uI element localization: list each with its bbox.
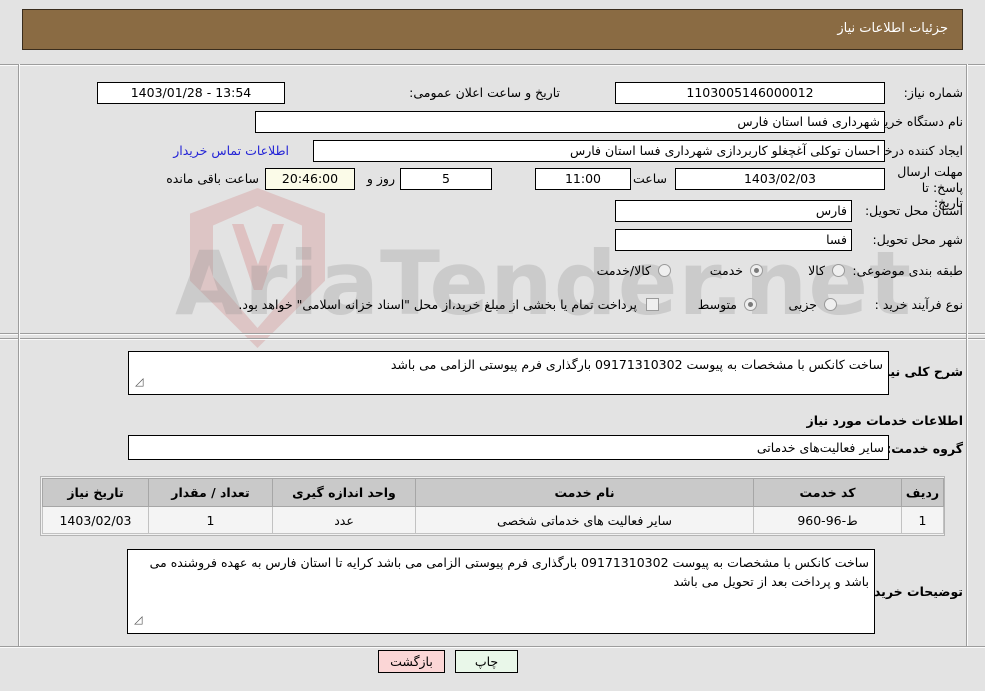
radio-process-jozi[interactable]	[824, 298, 837, 311]
th-qty: تعداد / مقدار	[148, 478, 273, 507]
services-section-heading: اطلاعات خدمات مورد نیاز	[806, 413, 964, 428]
divider-mid	[0, 333, 985, 335]
panel-left-edge	[966, 64, 968, 646]
buyer-contact-link[interactable]: اطلاعات تماس خریدار	[173, 143, 289, 158]
page-header-bar: جزئیات اطلاعات نیاز	[22, 9, 963, 50]
radio-category-kala-khedmat-label: کالا/خدمت	[596, 263, 651, 278]
time-label: ساعت	[632, 171, 667, 186]
services-table: ردیف کد خدمت نام خدمت واحد اندازه گیری ت…	[42, 478, 944, 534]
requester-value[interactable]: احسان توکلی آغچغلو کاربردازی شهرداری فسا…	[313, 140, 885, 162]
radio-category-khedmat-label: خدمت	[709, 263, 743, 278]
cell-date: 1403/02/03	[42, 506, 149, 534]
divider-mid-2	[0, 338, 985, 340]
radio-category-khedmat[interactable]	[750, 264, 763, 277]
th-date: تاریخ نیاز	[42, 478, 149, 507]
need-summary-value[interactable]: ساخت کانکس با مشخصات به پیوست 0917131030…	[128, 351, 889, 395]
radio-process-jozi-label: جزیی	[788, 297, 817, 312]
deadline-date-value[interactable]: 1403/02/03	[675, 168, 885, 190]
province-label: استان محل تحویل:	[864, 203, 963, 218]
divider-top	[0, 64, 985, 66]
days-remaining-value[interactable]: 5	[400, 168, 492, 190]
cell-row: 1	[901, 506, 944, 534]
countdown-value: 20:46:00	[265, 168, 355, 190]
radio-process-motavasset-label: متوسط	[697, 297, 737, 312]
radio-process-motavasset[interactable]	[744, 298, 757, 311]
cell-code: ط-96-960	[753, 506, 902, 534]
remaining-label: ساعت باقی مانده	[166, 171, 259, 186]
buyer-notes-resize-handle[interactable]: ◺	[134, 613, 142, 626]
category-label: طبقه بندی موضوعی:	[852, 263, 963, 278]
print-button[interactable]: چاپ	[455, 650, 518, 673]
need-summary-resize-handle[interactable]: ◺	[135, 375, 143, 388]
th-unit: واحد اندازه گیری	[272, 478, 416, 507]
page-title: جزئیات اطلاعات نیاز	[837, 21, 948, 36]
checkbox-islamic-treasury[interactable]	[646, 298, 659, 311]
city-label: شهر محل تحویل:	[872, 232, 963, 247]
panel-right-edge	[18, 64, 20, 646]
th-name: نام خدمت	[415, 478, 754, 507]
buyer-org-value[interactable]: شهرداری فسا استان فارس	[255, 111, 885, 133]
th-code: کد خدمت	[753, 478, 902, 507]
radio-category-kala-khedmat[interactable]	[658, 264, 671, 277]
deadline-time-value[interactable]: 11:00	[535, 168, 631, 190]
back-button[interactable]: بازگشت	[378, 650, 445, 673]
service-group-value[interactable]: سایر فعالیت‌های خدماتی	[128, 435, 889, 460]
cell-unit: عدد	[272, 506, 416, 534]
watermark-v-mark	[232, 224, 284, 290]
province-value[interactable]: فارس	[615, 200, 852, 222]
watermark-shield-icon	[190, 188, 325, 348]
divider-bottom	[0, 646, 985, 648]
cell-qty: 1	[148, 506, 273, 534]
th-row: ردیف	[901, 478, 944, 507]
announce-datetime-label: تاریخ و ساعت اعلان عمومی:	[409, 85, 560, 100]
table-header-row: ردیف کد خدمت نام خدمت واحد اندازه گیری ت…	[42, 478, 944, 507]
radio-category-kala-label: کالا	[808, 263, 825, 278]
table-row: 1 ط-96-960 سایر فعالیت های خدماتی شخصی ع…	[42, 506, 944, 534]
radio-category-kala[interactable]	[832, 264, 845, 277]
need-number-label: شماره نیاز:	[903, 85, 963, 100]
page-root: AriaTender.net جزئیات اطلاعات نیاز شماره…	[0, 0, 985, 691]
cell-name: سایر فعالیت های خدماتی شخصی	[415, 506, 754, 534]
need-number-value[interactable]: 1103005146000012	[615, 82, 885, 104]
days-label: روز و	[366, 171, 395, 186]
service-group-label: گروه خدمت:	[886, 441, 963, 456]
process-type-label: نوع فرآیند خرید :	[874, 297, 963, 312]
checkbox-islamic-treasury-label: پرداخت تمام یا بخشی از مبلغ خرید،از محل …	[238, 297, 637, 312]
announce-datetime-value[interactable]: 13:54 - 1403/01/28	[97, 82, 285, 104]
city-value[interactable]: فسا	[615, 229, 852, 251]
buyer-notes-value[interactable]: ساخت کانکس با مشخصات به پیوست 0917131030…	[127, 549, 875, 634]
